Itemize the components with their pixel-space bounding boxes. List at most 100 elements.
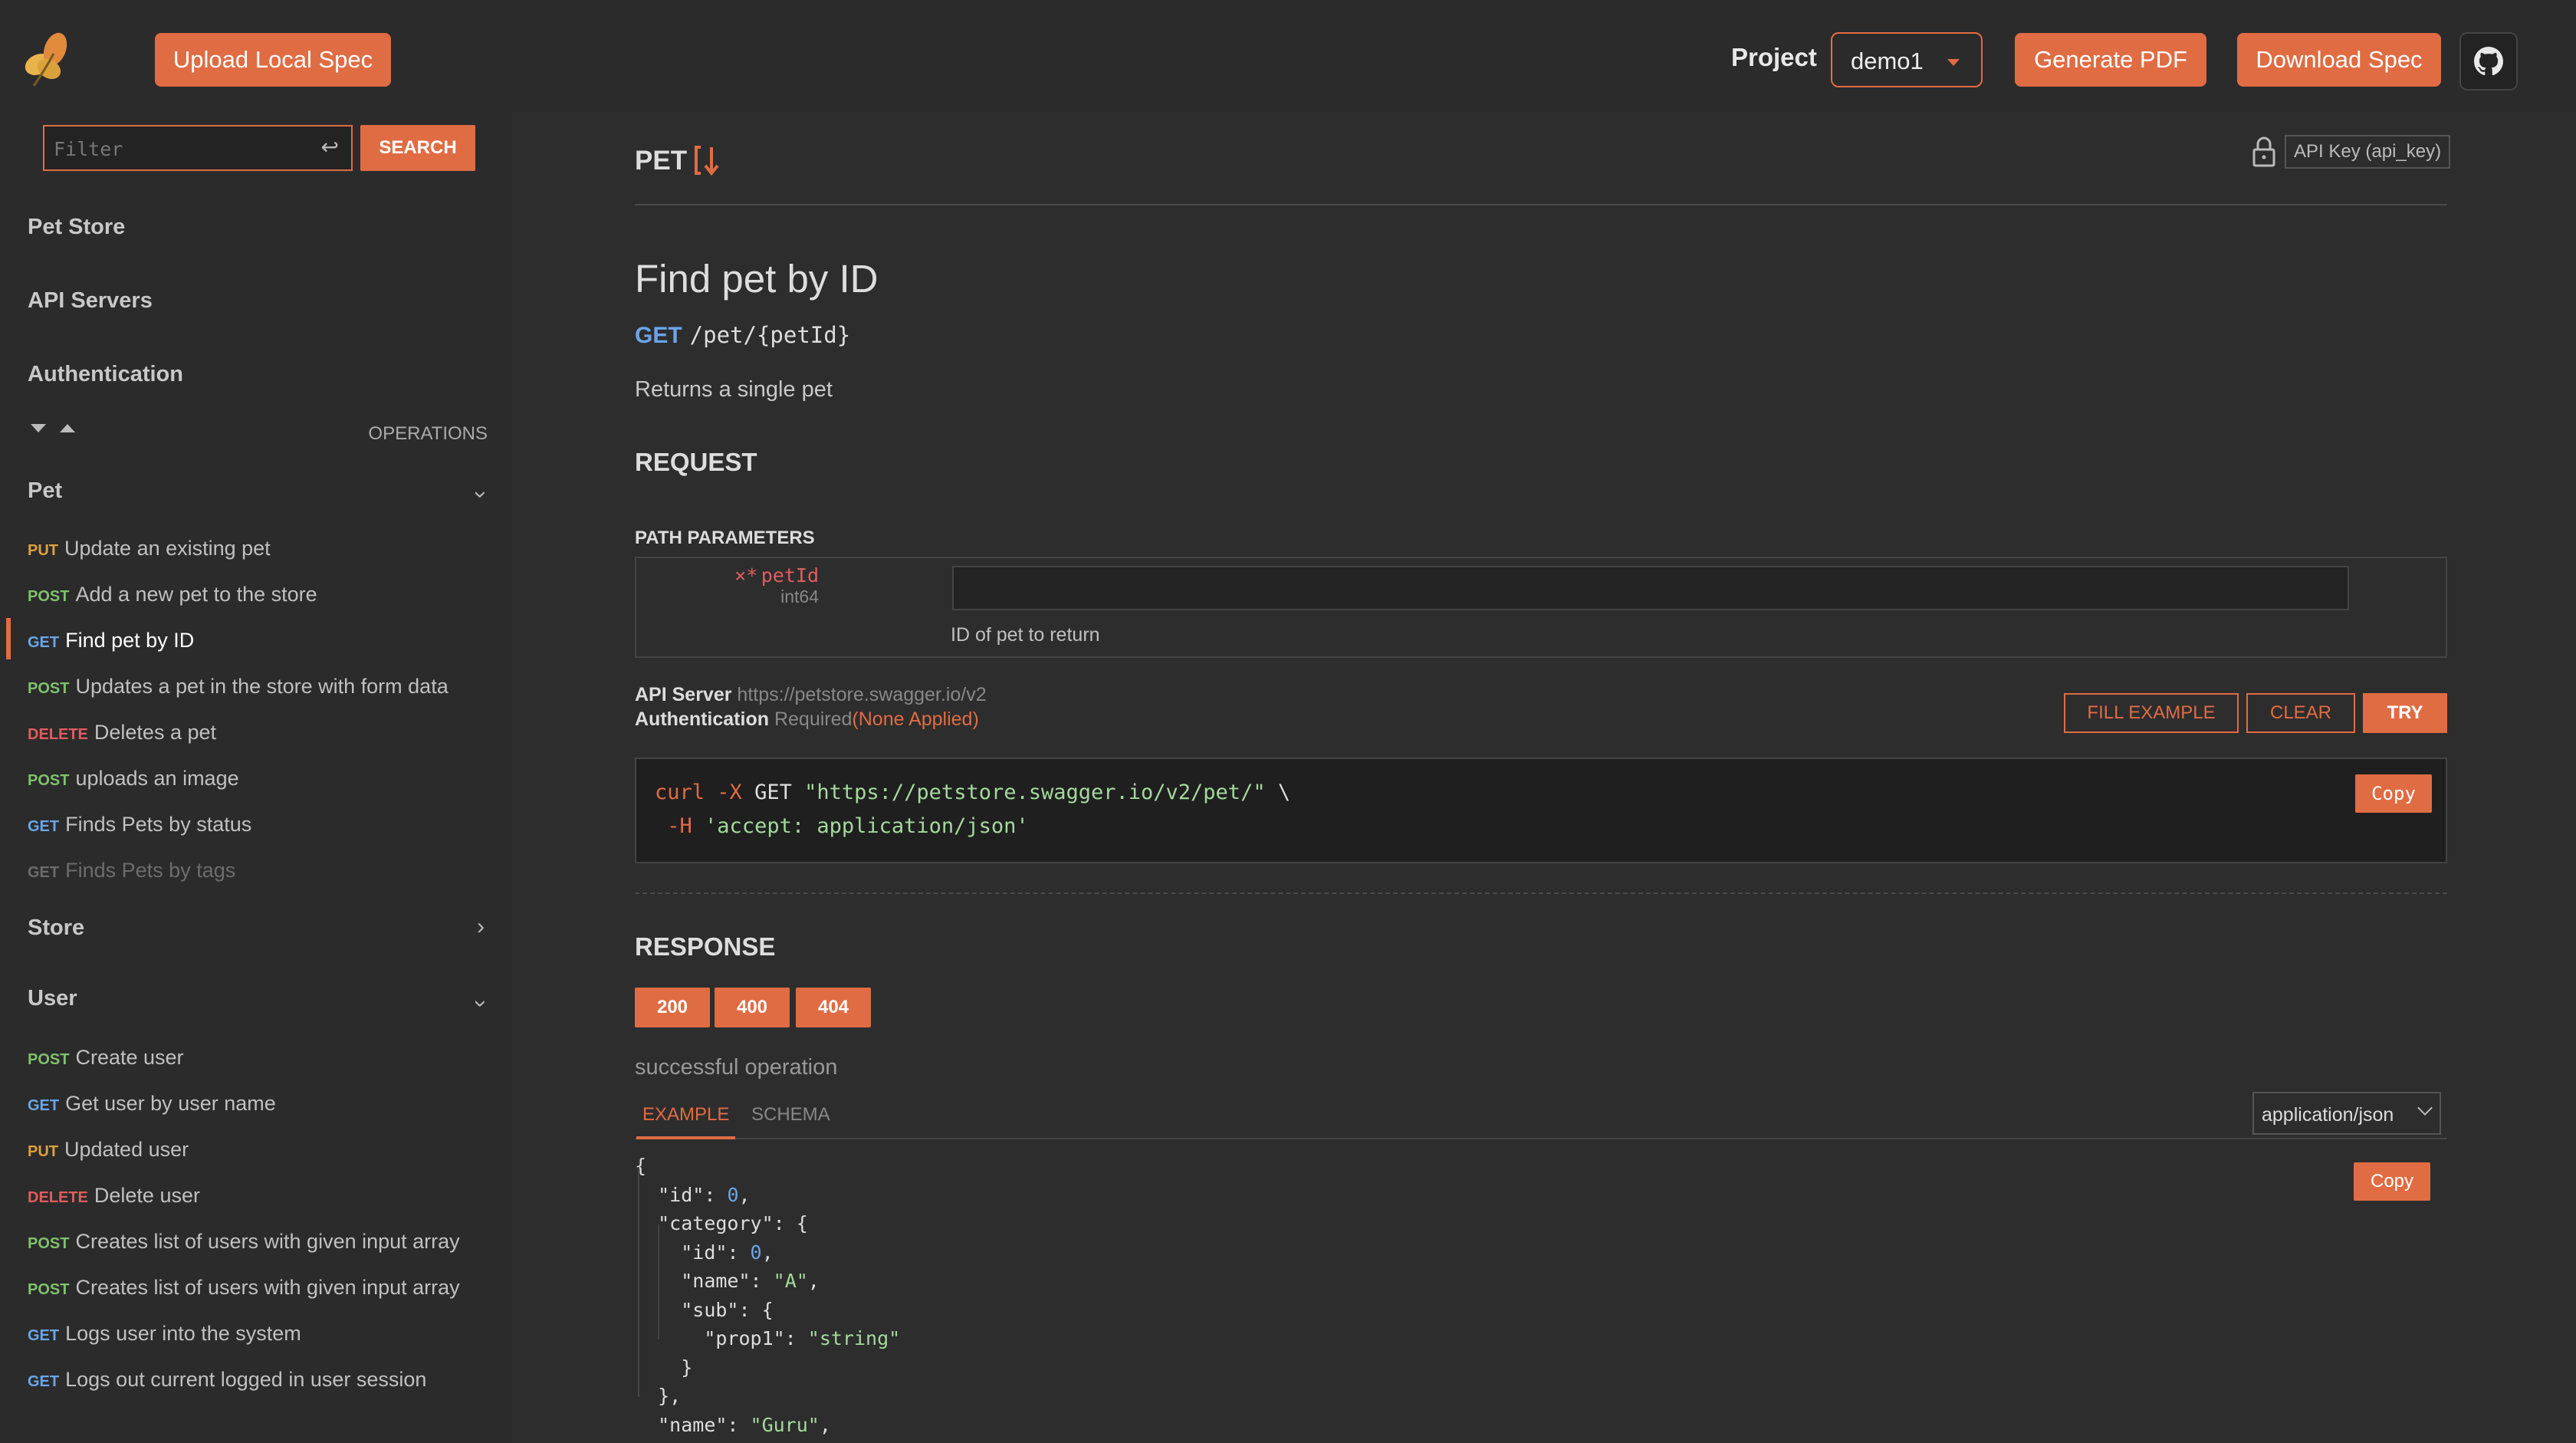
filter-input[interactable] <box>44 127 308 171</box>
fill-example-button[interactable]: FILL EXAMPLE <box>2064 693 2239 733</box>
method-badge: GET <box>28 818 60 835</box>
method-badge: GET <box>28 634 60 651</box>
nav-op-label: Delete user <box>94 1184 200 1207</box>
nav-op-label: Logs out current logged in user session <box>65 1368 427 1391</box>
path-parameters-heading: PATH PARAMETERS <box>635 528 815 548</box>
nav-op-label: Creates list of users with given input a… <box>75 1276 460 1299</box>
method-badge: GET <box>28 1097 60 1114</box>
nav-op-create-users-array[interactable]: POST Creates list of users with given inp… <box>28 1230 460 1254</box>
operation-path: GET/pet/{petId} <box>635 322 850 349</box>
auth-required: Required <box>774 708 853 730</box>
nav-group-store[interactable]: Store <box>28 915 84 941</box>
nav-group-user[interactable]: User <box>28 986 77 1011</box>
nav-op-create-user[interactable]: POST Create user <box>28 1046 184 1070</box>
nav-op-delete-pet[interactable]: DELETE Deletes a pet <box>28 721 216 745</box>
nav-link-api-servers[interactable]: API Servers <box>28 288 153 314</box>
tab-schema[interactable]: SCHEMA <box>751 1104 830 1126</box>
status-400-button[interactable]: 400 <box>715 988 790 1027</box>
sidebar: ↩ SEARCH Pet Store API Servers Authentic… <box>0 112 512 1443</box>
nav-op-label: Get user by user name <box>65 1092 276 1115</box>
operation-description: Returns a single pet <box>635 377 833 402</box>
enter-key-icon: ↩ <box>320 135 339 159</box>
download-spec-button[interactable]: Download Spec <box>2237 33 2441 87</box>
top-bar: Upload Local Spec Project demo1 Generate… <box>0 0 2576 112</box>
method-badge: GET <box>28 1327 60 1344</box>
nav-op-label: Updates a pet in the store with form dat… <box>75 675 449 698</box>
status-200-button[interactable]: 200 <box>635 988 710 1027</box>
nav-op-find-pet-by-id[interactable]: GET Find pet by ID <box>28 629 194 652</box>
indent-guide <box>638 1167 639 1397</box>
expand-all-icon[interactable] <box>31 424 46 432</box>
nav-op-update-pet-form[interactable]: POST Updates a pet in the store with form… <box>28 675 449 698</box>
try-button[interactable]: TRY <box>2363 693 2447 733</box>
nav-op-add-pet[interactable]: POST Add a new pet to the store <box>28 583 317 606</box>
project-select[interactable]: demo1 <box>1831 32 1983 87</box>
nav-op-delete-user[interactable]: DELETE Delete user <box>28 1184 200 1208</box>
nav-op-label: Finds Pets by tags <box>65 859 236 882</box>
param-row: ×* petId int64 <box>635 557 2447 658</box>
chevron-down-icon[interactable]: › <box>468 491 494 498</box>
curl-code-block: curl -X GET "https://petstore.swagger.io… <box>635 758 2447 863</box>
nav-op-update-user[interactable]: PUT Updated user <box>28 1138 189 1162</box>
nav-op-create-users-list[interactable]: POST Creates list of users with given inp… <box>28 1276 460 1300</box>
json-line: "sub": { <box>681 1298 774 1321</box>
nav-op-get-user[interactable]: GET Get user by user name <box>28 1092 276 1116</box>
copy-curl-button[interactable]: Copy <box>2355 774 2432 813</box>
dashed-divider <box>635 892 2447 894</box>
petid-input[interactable] <box>952 566 2349 610</box>
method-badge: POST <box>28 588 70 605</box>
active-indicator <box>6 618 11 659</box>
nav-group-pet[interactable]: Pet <box>28 478 62 504</box>
json-line: }, <box>658 1385 682 1407</box>
generate-pdf-button[interactable]: Generate PDF <box>2015 33 2206 87</box>
method-badge: POST <box>28 1281 70 1298</box>
tab-example[interactable]: EXAMPLE <box>636 1104 736 1139</box>
method-badge: GET <box>28 864 60 881</box>
chevron-down-icon <box>2417 1100 2433 1116</box>
param-type: int64 <box>780 587 819 606</box>
nav-op-label: Deletes a pet <box>94 721 217 744</box>
json-line: "name": "Guru", <box>658 1413 831 1436</box>
nav-op-update-pet[interactable]: PUT Update an existing pet <box>28 537 271 560</box>
example-json: { "id": 0, "category": { "id": 0, "name"… <box>635 1152 900 1439</box>
nav-op-find-by-tags[interactable]: GET Finds Pets by tags <box>28 859 235 883</box>
search-button[interactable]: SEARCH <box>360 125 475 171</box>
nav-link-authentication[interactable]: Authentication <box>28 362 183 387</box>
json-line: { <box>635 1155 647 1177</box>
nav-op-logout[interactable]: GET Logs out current logged in user sessi… <box>28 1368 426 1392</box>
curl-line-1: curl -X GET "https://petstore.swagger.io… <box>655 781 1291 804</box>
response-description: successful operation <box>635 1055 838 1080</box>
project-label: Project <box>1731 43 1817 71</box>
clear-button[interactable]: CLEAR <box>2246 693 2355 733</box>
method-badge: PUT <box>28 1143 58 1160</box>
param-name: ×* petId int64 <box>734 564 819 607</box>
nav-op-find-by-status[interactable]: GET Finds Pets by status <box>28 813 251 837</box>
nav-op-upload-image[interactable]: POST uploads an image <box>28 767 239 791</box>
upload-local-spec-button[interactable]: Upload Local Spec <box>155 33 391 87</box>
operation-title: Find pet by ID <box>635 257 879 301</box>
nav-op-label: Updated user <box>64 1138 189 1161</box>
expand-tag-icon[interactable] <box>693 144 722 178</box>
nav-op-login[interactable]: GET Logs user into the system <box>28 1322 301 1346</box>
chevron-down-icon[interactable]: › <box>468 1000 494 1007</box>
nav-link-pet-store[interactable]: Pet Store <box>28 215 125 240</box>
status-404-button[interactable]: 404 <box>796 988 871 1027</box>
response-heading: RESPONSE <box>635 932 776 961</box>
indent-guide <box>658 1224 659 1339</box>
chevron-right-icon[interactable]: › <box>477 914 485 940</box>
chevron-down-icon <box>1947 59 1960 66</box>
json-line: "prop1": "string" <box>704 1327 901 1349</box>
collapse-all-icon[interactable] <box>60 424 75 432</box>
lock-icon <box>2252 136 2275 167</box>
copy-example-button[interactable]: Copy <box>2354 1162 2430 1201</box>
tag-title: PET <box>635 146 688 176</box>
method-badge: DELETE <box>28 726 88 743</box>
response-tabs: EXAMPLE SCHEMA <box>635 1101 2447 1139</box>
nav-op-label: uploads an image <box>75 767 239 790</box>
github-button[interactable] <box>2459 32 2518 90</box>
mime-type-select[interactable]: application/json <box>2252 1092 2441 1135</box>
method-badge: POST <box>28 772 70 789</box>
api-server-label: API Server <box>635 684 732 705</box>
api-server-line: API Server https://petstore.swagger.io/v… <box>635 684 987 706</box>
method-badge: POST <box>28 1051 70 1068</box>
